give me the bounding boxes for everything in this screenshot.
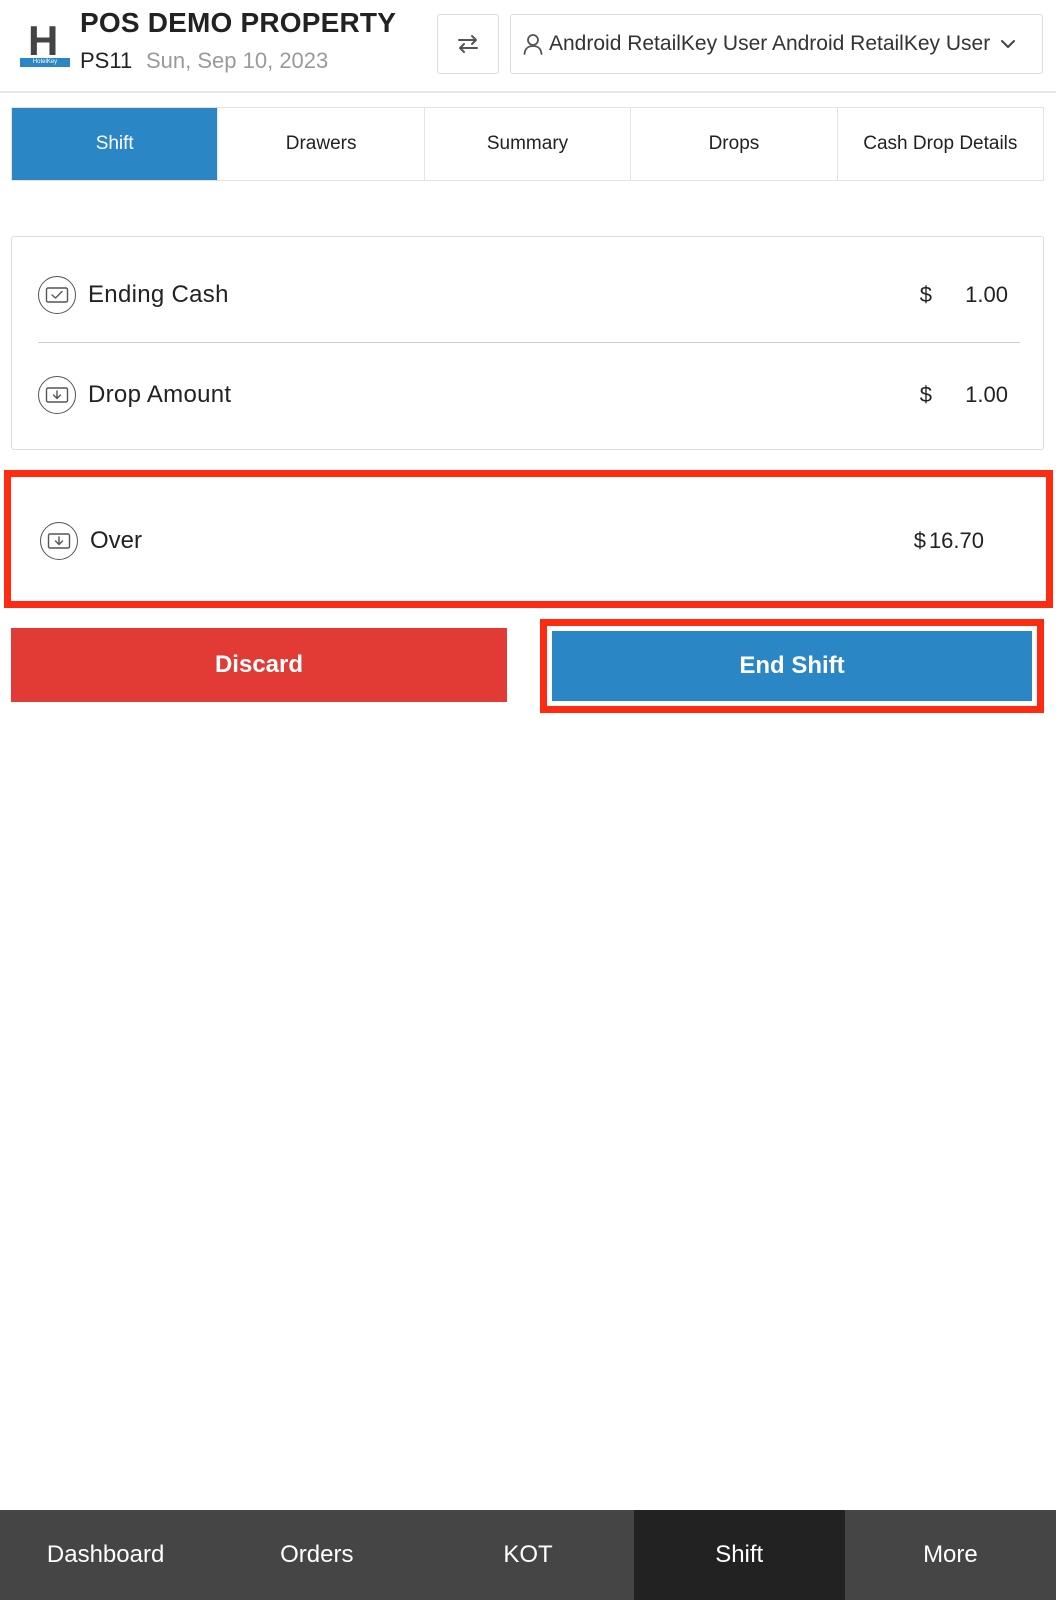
drop-amount-row: Drop Amount $ 1.00 xyxy=(38,365,1030,425)
ending-cash-row: Ending Cash $ 1.00 xyxy=(38,265,1030,325)
logo-letter: H xyxy=(28,17,59,64)
over-label: Over xyxy=(90,527,143,554)
ending-cash-amount: 1.00 xyxy=(965,282,1008,307)
over-highlight: Over $ 16.70 xyxy=(4,470,1053,608)
app-header: H HotelKey POS DEMO PROPERTY PS11 Sun, S… xyxy=(0,0,1056,93)
end-shift-button[interactable]: End Shift xyxy=(552,631,1032,701)
tab-shift[interactable]: Shift xyxy=(12,108,219,180)
tab-cash-drop-details[interactable]: Cash Drop Details xyxy=(838,108,1043,180)
logo-strip: HotelKey xyxy=(20,58,70,67)
discard-button[interactable]: Discard xyxy=(11,628,507,702)
nav-dashboard[interactable]: Dashboard xyxy=(0,1510,211,1600)
shift-tabs: Shift Drawers Summary Drops Cash Drop De… xyxy=(11,107,1044,181)
drop-amount-value: 1.00 xyxy=(965,382,1008,407)
swap-arrows-icon xyxy=(458,35,478,53)
tab-summary[interactable]: Summary xyxy=(425,108,632,180)
hotelkey-logo: H HotelKey xyxy=(20,20,70,68)
property-code: PS11 xyxy=(80,48,133,73)
business-date: Sun, Sep 10, 2023 xyxy=(146,48,329,73)
tab-drops[interactable]: Drops xyxy=(631,108,838,180)
over-amount: 16.70 xyxy=(928,528,984,553)
user-menu-button[interactable]: Android RetailKey User Android RetailKey… xyxy=(510,14,1043,74)
bottom-navigation: Dashboard Orders KOT Shift More xyxy=(0,1510,1056,1600)
user-name: Android RetailKey User Android RetailKey… xyxy=(549,32,991,55)
ending-cash-currency: $ xyxy=(919,282,932,307)
tab-drawers[interactable]: Drawers xyxy=(218,108,425,180)
user-icon xyxy=(523,34,543,55)
over-currency: $ xyxy=(913,528,926,553)
over-row: Over $ 16.70 xyxy=(40,511,1040,571)
chevron-down-icon xyxy=(1001,40,1016,48)
cash-drop-icon xyxy=(38,376,76,414)
drop-amount-currency: $ xyxy=(919,382,932,407)
nav-kot[interactable]: KOT xyxy=(422,1510,633,1600)
ending-cash-label: Ending Cash xyxy=(88,281,229,308)
nav-more[interactable]: More xyxy=(845,1510,1056,1600)
end-shift-highlight: End Shift xyxy=(540,619,1044,713)
cash-drop-icon xyxy=(40,522,78,560)
drop-amount-label: Drop Amount xyxy=(88,381,232,408)
nav-shift[interactable]: Shift xyxy=(633,1510,845,1600)
cash-check-icon xyxy=(38,276,76,314)
shift-summary-card: Ending Cash $ 1.00 Drop Amount $ 1.00 xyxy=(11,236,1044,450)
switch-property-button[interactable] xyxy=(437,14,499,74)
row-divider xyxy=(38,342,1020,343)
nav-orders[interactable]: Orders xyxy=(211,1510,422,1600)
property-name: POS DEMO PROPERTY xyxy=(80,7,397,38)
